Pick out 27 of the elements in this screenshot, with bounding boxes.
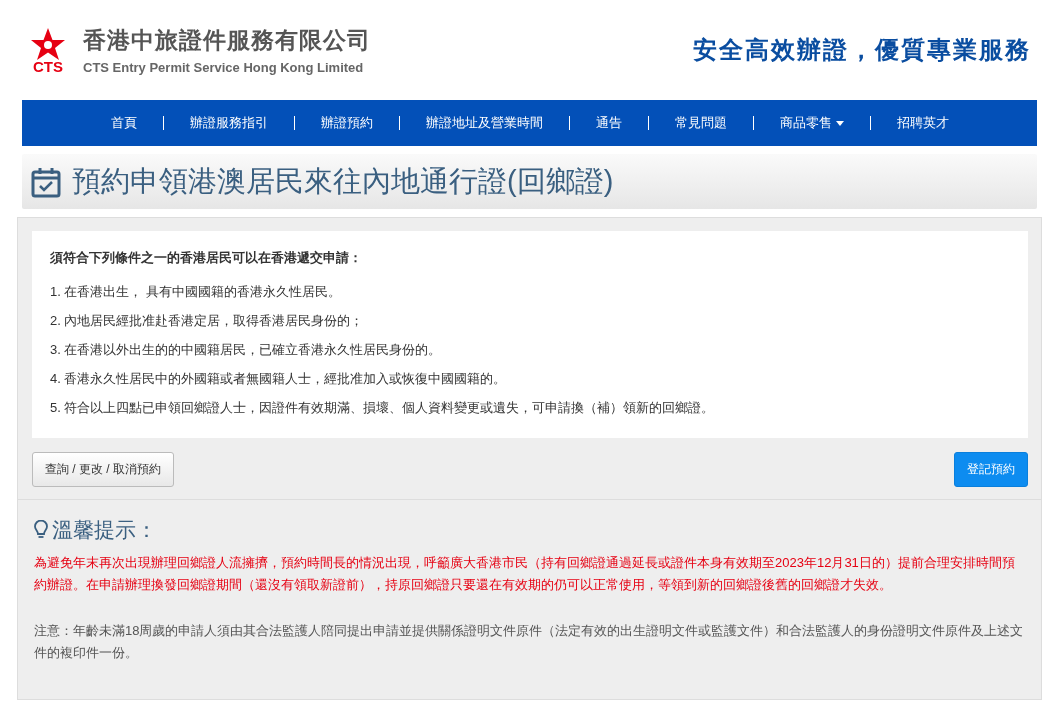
nav-link[interactable]: 辦證預約 xyxy=(294,114,399,132)
nav-link[interactable]: 首頁 xyxy=(84,114,163,132)
eligibility-item: 3. 在香港以外出生的的中國籍居民，已確立香港永久性居民身份的。 xyxy=(50,341,443,359)
star-logo-icon xyxy=(29,26,67,61)
logo-text: CTS xyxy=(33,58,63,74)
nav-link[interactable]: 商品零售 xyxy=(753,114,870,132)
slogan: 安全高效辦證，優質專業服務 xyxy=(693,34,1031,66)
eligibility-item: 2. 內地居民經批准赴香港定居，取得香港居民身份的； xyxy=(50,312,365,330)
note-text: 注意：年齡未滿18周歲的申請人須由其合法監護人陪同提出申請並提供關係證明文件原件（法定有效的出生證明文件或監護文件）和合法監護人的身份證明文件原件及上述文件的複印件一份。 xyxy=(34,622,1025,662)
page-title: 預約申領港澳居民來往內地通行證(回鄉證) xyxy=(72,163,614,199)
eligibility-item: 5. 符合以上四點已申領回鄉證人士，因證件有效期滿、損壞、個人資料變更或遺失，可申請換（補）領新的回鄉證。 xyxy=(50,399,716,417)
calendar-check-icon xyxy=(30,165,62,198)
eligibility-heading: 須符合下列條件之一的香港居民可以在香港遞交申請： xyxy=(50,249,363,267)
query-button[interactable]: 查詢 / 更改 / 取消預約 xyxy=(32,452,174,487)
nav-link[interactable]: 辦證服務指引 xyxy=(163,114,294,132)
eligibility-item: 1. 在香港出生， 具有中國國籍的香港永久性居民。 xyxy=(50,283,343,301)
nav-link[interactable]: 招聘英才 xyxy=(870,114,975,132)
company-name-english: CTS Entry Permit Service Hong Kong Limited xyxy=(83,60,365,75)
nav-link[interactable]: 辦證地址及營業時間 xyxy=(399,114,569,132)
eligibility-item: 4. 香港永久性居民中的外國籍或者無國籍人士，經批准加入或恢復中國國籍的。 xyxy=(50,370,508,388)
lightbulb-icon xyxy=(34,520,48,540)
warning-text: 為避免年末再次出現辦理回鄉證人流擁擠，預約時間長的情況出現，呼籲廣大香港市民（持有回鄉證通過延長或證件本身有效期至2023年12月31日的）提前合理安排時間預約辦證。在申請辦理換發回鄉證期間（還沒有領取新證前），持原回鄉證只要還在有效期的仍可以正常使用，等領到新的回鄉證後舊的回鄉證才失效。 xyxy=(34,554,1016,594)
company-name: 香港中旅證件服務有限公司 xyxy=(83,26,371,55)
tips-title: 溫馨提示： xyxy=(52,517,157,543)
nav-link[interactable]: 通告 xyxy=(569,114,648,132)
nav-link[interactable]: 常見問題 xyxy=(648,114,753,132)
caret-icon xyxy=(835,120,844,126)
